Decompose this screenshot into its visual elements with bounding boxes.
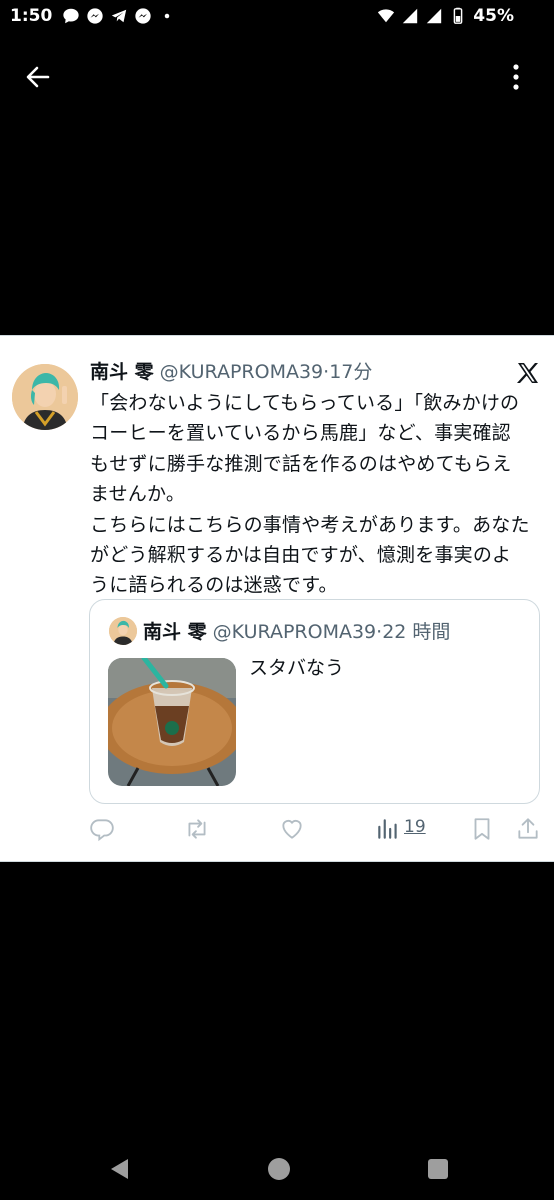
quote-author-name[interactable]: 南斗 零: [143, 621, 207, 643]
wifi-icon: [378, 9, 395, 23]
signal-icon: [403, 8, 418, 24]
avatar-image: [12, 364, 78, 430]
nav-home-icon[interactable]: [266, 1156, 292, 1182]
nav-back-icon[interactable]: [107, 1156, 133, 1182]
battery-percent: 45%: [473, 6, 514, 26]
author-name[interactable]: 南斗 零: [90, 361, 154, 383]
chat-bubble-icon: [63, 8, 79, 24]
tweet-card[interactable]: 南斗 零 @KURAPROMA39·17分 「会わないようにしてもらっている」「…: [0, 335, 554, 862]
notification-dot-icon: [165, 13, 170, 19]
share-icon[interactable]: [515, 816, 541, 842]
status-bar: 1:50 45%: [0, 0, 554, 34]
messenger-icon-2: [135, 8, 151, 24]
retweet-icon[interactable]: [184, 816, 210, 842]
quote-photo[interactable]: [108, 658, 236, 786]
telegram-icon: [112, 9, 127, 23]
more-vertical-icon[interactable]: [504, 62, 528, 92]
action-bar: 19: [0, 814, 554, 844]
status-time: 1:50: [10, 6, 53, 26]
coffee-photo: [108, 658, 236, 786]
quote-header: 南斗 零 @KURAPROMA39·22 時間: [143, 618, 450, 646]
views-bar-icon[interactable]: [375, 816, 401, 842]
quote-author-handle[interactable]: @KURAPROMA39: [213, 621, 376, 643]
tweet-time[interactable]: 17分: [329, 361, 372, 383]
avatar[interactable]: [12, 364, 78, 430]
bookmark-icon[interactable]: [469, 816, 495, 842]
quoted-tweet[interactable]: 南斗 零 @KURAPROMA39·22 時間 スタバなう: [89, 599, 540, 804]
quote-text: スタバなう: [249, 657, 345, 679]
tweet-text: 「会わないようにしてもらっている」「飲みかけのコーヒーを置いているから馬鹿」など…: [90, 392, 530, 597]
signal-icon-2: [427, 8, 442, 24]
arrow-left-icon[interactable]: [22, 62, 52, 92]
quote-avatar[interactable]: [109, 617, 137, 645]
author-handle[interactable]: @KURAPROMA39: [160, 361, 323, 383]
heart-icon[interactable]: [279, 816, 305, 842]
top-app-bar: [0, 50, 554, 102]
status-left: 1:50: [10, 6, 176, 26]
x-logo-icon: [517, 363, 538, 383]
nav-recents-icon[interactable]: [425, 1156, 451, 1182]
battery-icon: [453, 7, 463, 24]
messenger-icon: [87, 8, 103, 24]
views-count[interactable]: 19: [404, 817, 426, 837]
tweet-header: 南斗 零 @KURAPROMA39·17分: [90, 358, 372, 386]
reply-icon[interactable]: [89, 816, 115, 842]
system-nav-bar: [0, 1140, 554, 1196]
quote-avatar-image: [109, 617, 137, 645]
quote-time[interactable]: 22 時間: [382, 621, 450, 643]
status-right: 45%: [377, 6, 514, 26]
